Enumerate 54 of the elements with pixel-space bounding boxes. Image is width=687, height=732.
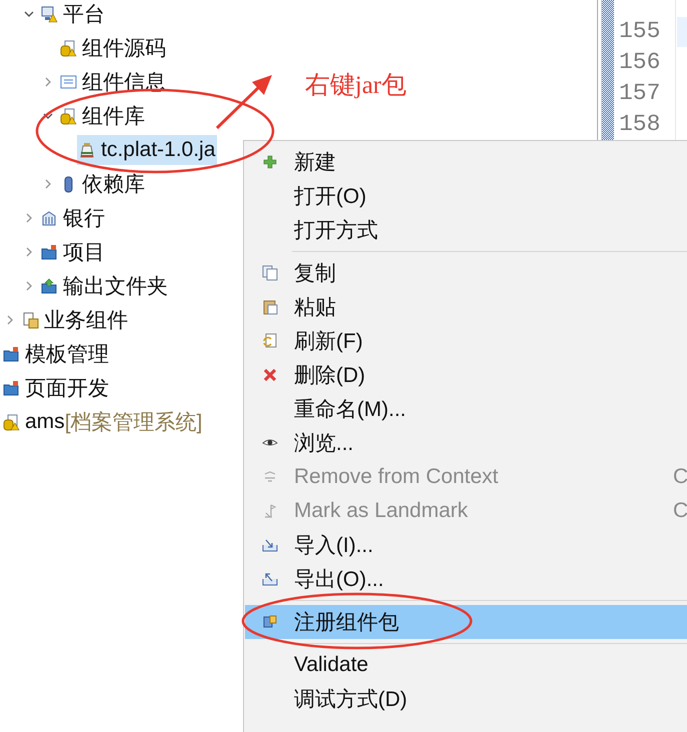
tree-item[interactable]: 依赖库: [58, 169, 147, 199]
building-icon: [41, 210, 58, 226]
tree-item[interactable]: 项目: [39, 237, 107, 267]
line-number: 155: [619, 17, 662, 46]
tree-item[interactable]: 平台: [39, 0, 107, 29]
annotation-arrow: [216, 75, 272, 130]
tree-item[interactable]: 组件源码: [58, 33, 168, 63]
menu-item[interactable]: 浏览...: [245, 426, 687, 460]
database-document-icon: [60, 40, 77, 56]
menu-item[interactable]: 导出(O)...: [245, 562, 687, 596]
expander-icon[interactable]: [43, 111, 53, 121]
menu-item[interactable]: 调试方式(D): [245, 682, 687, 716]
menu-item[interactable]: 复制: [245, 256, 687, 290]
import-icon: [262, 537, 278, 553]
tree-item[interactable]: 银行: [39, 203, 107, 233]
project-tag: [档案管理系统]: [64, 408, 202, 436]
menu-item[interactable]: 删除(D): [245, 358, 687, 392]
document-icon: [60, 74, 77, 90]
delete-icon: [262, 367, 278, 383]
menu-item[interactable]: 新建: [245, 145, 687, 179]
plus-icon: [262, 154, 278, 170]
line-number: 158: [619, 110, 662, 139]
tree-item[interactable]: ams[档案管理系统]: [1, 407, 204, 437]
annotation-text: 右键jar包: [305, 71, 406, 101]
tree-item[interactable]: tc.plat-1.0.ja: [77, 135, 218, 165]
folder-icon: [3, 380, 20, 396]
expander-icon[interactable]: [24, 9, 34, 19]
line-number: 157: [619, 79, 662, 108]
refresh-icon: [262, 333, 278, 349]
tree-item[interactable]: 输出文件夹: [39, 271, 170, 301]
copy-icon: [262, 265, 278, 281]
folder-arrow-icon: [41, 278, 58, 294]
tree-item[interactable]: 页面开发: [1, 373, 111, 403]
tree-item[interactable]: 组件库: [58, 101, 147, 131]
menu-item[interactable]: 打开方式: [245, 213, 687, 247]
jar-icon: [79, 142, 96, 158]
menu-item[interactable]: 粘贴: [245, 290, 687, 324]
database-icon: [3, 414, 20, 430]
folder-icon: [3, 346, 20, 362]
tree-item[interactable]: 模板管理: [1, 339, 111, 369]
menu-item[interactable]: 打开(O): [245, 179, 687, 213]
export-icon: [262, 571, 278, 587]
menu-item[interactable]: Validate: [245, 648, 687, 682]
document-icon: [22, 312, 39, 328]
menu-item[interactable]: 导入(I)...: [245, 528, 687, 562]
line-number: 156: [619, 48, 662, 77]
menu-item[interactable]: 刷新(F): [245, 324, 687, 358]
register-icon: [262, 614, 278, 630]
folder-icon: [41, 244, 58, 260]
paste-icon: [262, 299, 278, 315]
tree-item[interactable]: 业务组件: [20, 305, 130, 335]
menu-item[interactable]: 注册组件包: [245, 605, 687, 639]
menu-item[interactable]: 重命名(M)...: [245, 392, 687, 426]
monitor-icon: [41, 6, 58, 22]
